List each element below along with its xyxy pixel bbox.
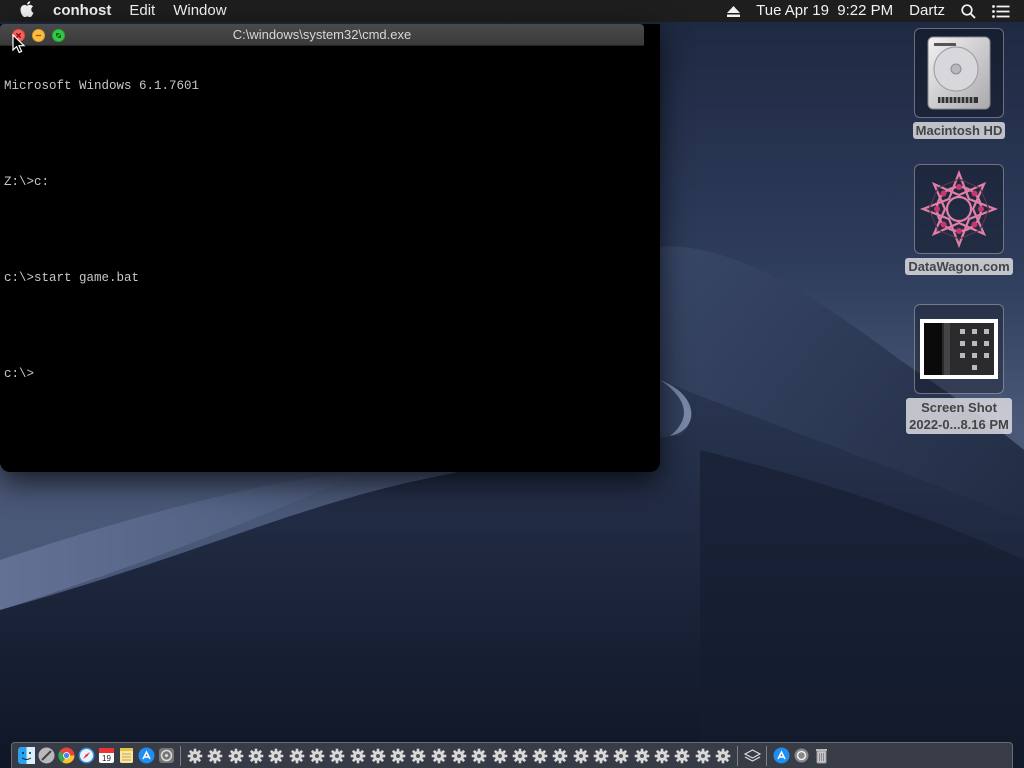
wine-app-gear-icon[interactable] [186, 746, 205, 765]
desktop-icon-label: DataWagon.com [905, 258, 1013, 275]
screenshot-thumbnail-icon [914, 304, 1004, 394]
wine-app-gear-icon[interactable] [449, 746, 468, 765]
console-line: c:\>start game.bat [4, 271, 140, 285]
wine-app-gear-icon[interactable] [693, 746, 712, 765]
wine-app-gear-icon[interactable] [612, 746, 631, 765]
wine-app-gear-icon[interactable] [348, 746, 367, 765]
wine-app-gear-icon[interactable] [287, 746, 306, 765]
calendar-icon[interactable]: 19 [97, 746, 116, 765]
app-name-menu[interactable]: conhost [44, 0, 120, 22]
console-line: Microsoft Windows 6.1.7601 [4, 79, 200, 93]
wine-app-gear-icon[interactable] [388, 746, 407, 765]
trash-icon[interactable] [812, 746, 831, 765]
wine-app-gear-icon[interactable] [571, 746, 590, 765]
minimize-icon [35, 34, 42, 37]
wine-app-gear-icon[interactable] [267, 746, 286, 765]
mouse-pointer-icon [12, 34, 26, 54]
console-prompt: c:\> [4, 367, 35, 381]
hard-drive-icon [914, 28, 1004, 118]
wine-app-gear-icon[interactable] [510, 746, 529, 765]
desktop-icon-label: Macintosh HD [912, 122, 1006, 139]
wine-app-gear-icon[interactable] [409, 746, 428, 765]
system-preferences-icon[interactable] [157, 746, 176, 765]
apple-menu[interactable] [0, 1, 44, 21]
desktop-icon-label: Screen Shot 2022-0...8.16 PM [906, 398, 1012, 434]
safari-icon[interactable] [77, 746, 96, 765]
wine-app-gear-icon[interactable] [328, 746, 347, 765]
desktop-icon-label-line2: 2022-0...8.16 PM [909, 417, 1009, 432]
dock-separator [737, 745, 739, 766]
settings-icon[interactable] [792, 746, 811, 765]
wine-process-list [185, 746, 733, 765]
wine-app-gear-icon[interactable] [490, 746, 509, 765]
apple-icon [20, 1, 34, 21]
console-line: Z:\>c: [4, 175, 50, 189]
dock-separator [180, 745, 181, 766]
wine-app-gear-icon[interactable] [652, 746, 671, 765]
datawagon-logo-icon [914, 164, 1004, 254]
notes-icon[interactable] [117, 746, 136, 765]
wine-app-gear-icon[interactable] [470, 746, 489, 765]
wine-app-gear-icon[interactable] [673, 746, 692, 765]
wine-app-gear-icon[interactable] [307, 746, 326, 765]
wine-app-gear-icon[interactable] [632, 746, 651, 765]
finder-icon[interactable] [17, 746, 36, 765]
notification-center-icon[interactable] [984, 0, 1024, 22]
desktop-icon-screen-shot[interactable]: Screen Shot 2022-0...8.16 PM [897, 304, 1021, 434]
console-output[interactable]: Microsoft Windows 6.1.7601 Z:\>c: c:\>st… [4, 46, 654, 414]
wine-app-gear-icon[interactable] [206, 746, 225, 765]
menu-bar-clock[interactable]: Tue Apr 19 9:22 PM [748, 0, 901, 22]
user-menu[interactable]: Dartz [901, 0, 953, 22]
desktop-icon-label-line1: Screen Shot [921, 400, 997, 415]
wine-app-gear-icon[interactable] [551, 746, 570, 765]
maximize-button[interactable] [52, 29, 65, 42]
desktop-icon-macintosh-hd[interactable]: Macintosh HD [911, 28, 1007, 140]
wine-app-gear-icon[interactable] [226, 746, 245, 765]
layers-icon[interactable] [743, 746, 762, 765]
window-menu[interactable]: Window [164, 0, 235, 22]
wine-app-gear-icon[interactable] [368, 746, 387, 765]
edit-menu[interactable]: Edit [120, 0, 164, 22]
cmd-window[interactable]: C:\windows\system32\cmd.exe Microsoft Wi… [0, 24, 660, 472]
minimize-button[interactable] [32, 29, 45, 42]
wine-app-gear-icon[interactable] [429, 746, 448, 765]
maximize-icon [56, 33, 61, 38]
desktop: conhost Edit Window Tue Apr 19 9:22 PM D… [0, 0, 1024, 768]
wine-app-gear-icon[interactable] [531, 746, 550, 765]
launchpad-icon[interactable] [37, 746, 56, 765]
wine-app-gear-icon[interactable] [713, 746, 732, 765]
window-titlebar[interactable]: C:\windows\system32\cmd.exe [0, 24, 644, 46]
window-title: C:\windows\system32\cmd.exe [232, 27, 412, 42]
app-store-icon[interactable] [137, 746, 156, 765]
desktop-icon-datawagon[interactable]: DataWagon.com [901, 164, 1017, 276]
menu-bar: conhost Edit Window Tue Apr 19 9:22 PM D… [0, 0, 1024, 22]
dock: 19 [11, 742, 1013, 768]
wine-app-gear-icon[interactable] [591, 746, 610, 765]
chrome-icon[interactable] [57, 746, 76, 765]
wine-app-gear-icon[interactable] [246, 746, 265, 765]
dock-separator [766, 745, 768, 766]
eject-icon[interactable] [719, 0, 748, 22]
spotlight-search-icon[interactable] [953, 0, 984, 22]
app-store-icon[interactable] [772, 746, 791, 765]
svg-text:19: 19 [102, 754, 111, 763]
menu-bar-status-area: Tue Apr 19 9:22 PM Dartz [719, 0, 1024, 22]
